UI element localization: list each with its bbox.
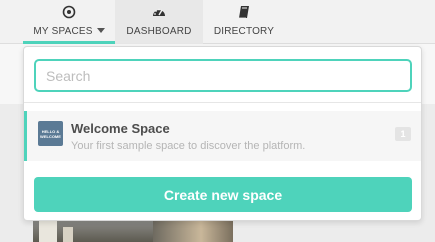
background-photo [33,221,233,242]
divider [24,102,421,103]
search-input[interactable] [36,61,410,90]
nav-directory-label: DIRECTORY [213,26,275,37]
space-count-badge: 1 [395,127,411,141]
target-icon [23,4,115,20]
nav-my-spaces[interactable]: MY SPACES [23,0,115,44]
space-thumbnail: HELLO & WELCOME [38,121,63,146]
nav-my-spaces-label: MY SPACES [33,26,93,37]
create-new-space-button[interactable]: Create new space [34,177,412,212]
my-spaces-dropdown: HELLO & WELCOME Welcome Space Your first… [23,46,422,221]
nav-dashboard[interactable]: DASHBOARD [115,0,203,44]
nav-dashboard-label: DASHBOARD [126,26,192,37]
speedometer-icon [115,4,203,20]
search-field [34,59,412,92]
space-description: Your first sample space to discover the … [71,140,306,152]
space-item-welcome[interactable]: HELLO & WELCOME Welcome Space Your first… [24,111,421,161]
top-navigation: MY SPACES DASHBOARD DIRECTORY [0,0,435,44]
chevron-down-icon [96,28,105,33]
nav-directory[interactable]: DIRECTORY [203,0,285,44]
space-title: Welcome Space [71,121,170,136]
book-icon [203,4,285,20]
